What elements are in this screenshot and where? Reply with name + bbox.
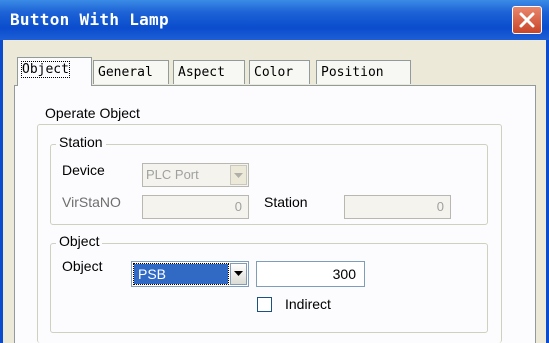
close-button[interactable]: [512, 6, 542, 34]
station-label: Station: [264, 194, 308, 210]
tab-position-label: Position: [321, 65, 384, 80]
virstano-label: VirStaNO: [62, 194, 121, 210]
tab-aspect-label: Aspect: [178, 65, 225, 80]
tab-object-label: Object: [21, 61, 70, 78]
object-type-value: PSB: [133, 263, 229, 285]
object-legend: Object: [56, 233, 103, 249]
title-bar: Button With Lamp: [0, 0, 549, 40]
indirect-checkbox[interactable]: [257, 297, 272, 312]
window-title: Button With Lamp: [10, 10, 169, 29]
chevron-down-icon: [234, 271, 243, 276]
object-type-dropdown-button[interactable]: [230, 263, 247, 285]
tab-general-label: General: [98, 65, 153, 80]
chevron-down-icon: [234, 173, 243, 178]
device-label: Device: [62, 162, 105, 178]
station-legend: Station: [56, 134, 106, 150]
indirect-label: Indirect: [285, 296, 331, 312]
tab-color[interactable]: Color: [249, 60, 310, 84]
object-address-input[interactable]: 300: [256, 261, 365, 287]
object-type-select[interactable]: PSB: [131, 261, 249, 287]
device-dropdown-button: [230, 165, 247, 185]
tab-object[interactable]: Object: [17, 57, 92, 86]
virstano-field: 0: [142, 195, 249, 219]
operate-object-legend: Operate Object: [42, 105, 143, 121]
station-field: 0: [344, 195, 451, 219]
close-icon: [519, 12, 535, 28]
device-select: PLC Port: [142, 163, 249, 187]
object-group: [50, 243, 488, 333]
device-value: PLC Port: [146, 167, 199, 182]
object-label: Object: [62, 258, 103, 274]
tab-aspect[interactable]: Aspect: [173, 60, 245, 84]
tab-general[interactable]: General: [93, 60, 169, 84]
tab-color-label: Color: [254, 65, 294, 80]
tab-position[interactable]: Position: [316, 60, 411, 84]
